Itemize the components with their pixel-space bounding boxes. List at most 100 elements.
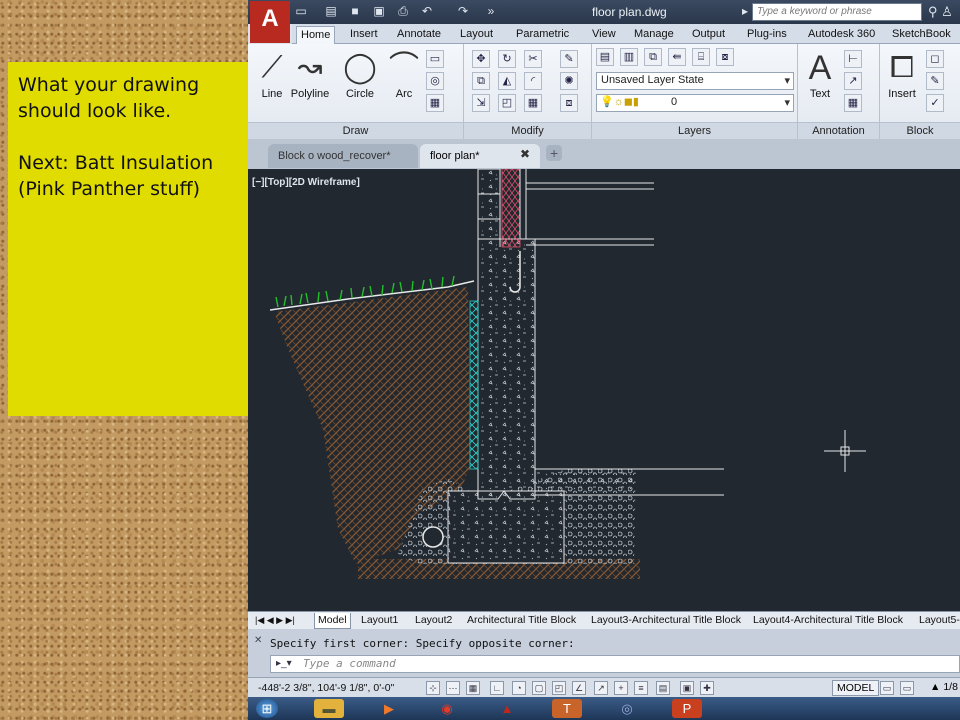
tab-layout4[interactable]: Layout4-Architectural Title Block xyxy=(750,613,906,629)
circle-button[interactable]: ◯ Circle xyxy=(338,48,382,100)
layer-properties-icon[interactable]: ▤ xyxy=(596,48,614,66)
dimension-icon[interactable]: ⊢ xyxy=(844,50,862,68)
otrack-icon[interactable]: ∠ xyxy=(572,681,586,695)
model-space-toggle[interactable]: MODEL xyxy=(832,680,880,696)
draw-panel-title[interactable]: Draw xyxy=(248,122,463,139)
infer-constraints-icon[interactable]: ⊹ xyxy=(426,681,440,695)
tab-layout1[interactable]: Layout1 xyxy=(358,613,401,629)
offset-icon[interactable]: ⧈ xyxy=(560,94,578,112)
insert-button[interactable]: ⧠ Insert xyxy=(880,48,924,100)
binoculars-icon[interactable]: ⚲ ♙ xyxy=(928,4,953,20)
tab-home[interactable]: Home xyxy=(296,26,336,44)
chrome-taskbar-icon[interactable]: ◉ xyxy=(432,699,462,718)
array-icon[interactable]: ▦ xyxy=(524,94,542,112)
infocenter-arrow-icon[interactable]: ▸ xyxy=(738,4,752,18)
redo-icon[interactable]: ↷ xyxy=(456,4,470,18)
layer-off-icon[interactable]: ⧇ xyxy=(716,48,734,66)
tab-annotate[interactable]: Annotate xyxy=(393,26,445,44)
search-input[interactable]: Type a keyword or phrase xyxy=(752,3,922,21)
tab-architectural-title-block[interactable]: Architectural Title Block xyxy=(464,613,579,629)
grid-icon[interactable]: ▦ xyxy=(466,681,480,695)
ortho-icon[interactable]: ∟ xyxy=(490,681,504,695)
layer-state-select[interactable]: Unsaved Layer State xyxy=(596,72,794,90)
rectangle-icon[interactable]: ▭ xyxy=(426,50,444,68)
layer-previous-icon[interactable]: ⇚ xyxy=(668,48,686,66)
lineweight-icon[interactable]: ≡ xyxy=(634,681,648,695)
command-input[interactable]: Type a command xyxy=(270,655,960,673)
tab-layout2[interactable]: Layout2 xyxy=(412,613,455,629)
print-icon[interactable]: ⎙ xyxy=(396,4,410,18)
new-icon[interactable]: ▭ xyxy=(294,4,308,18)
snap-mode-icon[interactable]: ⋯ xyxy=(446,681,460,695)
polar-icon[interactable]: ◔ xyxy=(512,681,526,695)
ducs-icon[interactable]: ↗ xyxy=(594,681,608,695)
layout-nav-arrows[interactable]: |◀ ◀ ▶ ▶| xyxy=(252,613,298,629)
command-prompt-icon[interactable]: ▸_▾ xyxy=(276,658,292,669)
application-logo[interactable]: A xyxy=(250,1,290,43)
trim-icon[interactable]: ✂ xyxy=(524,50,542,68)
explorer-taskbar-icon[interactable]: ▬ xyxy=(314,699,344,718)
copy-icon[interactable]: ⧉ xyxy=(472,72,490,90)
hatch-icon[interactable]: ▦ xyxy=(426,94,444,112)
table-icon[interactable]: ▦ xyxy=(844,94,862,112)
tab-layout[interactable]: Layout xyxy=(456,26,497,44)
leader-icon[interactable]: ↗ xyxy=(844,72,862,90)
osnap-icon[interactable]: ▢ xyxy=(532,681,546,695)
tab-insert[interactable]: Insert xyxy=(346,26,382,44)
tab-autodesk-360[interactable]: Autodesk 360 xyxy=(804,26,879,44)
transparency-icon[interactable]: ▤ xyxy=(656,681,670,695)
3d-osnap-icon[interactable]: ◰ xyxy=(552,681,566,695)
saveas-icon[interactable]: ▣ xyxy=(372,4,386,18)
rotate-icon[interactable]: ↻ xyxy=(498,50,516,68)
autocad-taskbar-icon[interactable]: ▲ xyxy=(492,699,522,718)
new-tab-icon[interactable]: + xyxy=(546,145,563,161)
create-block-icon[interactable]: ◻ xyxy=(926,50,944,68)
tab-view[interactable]: View xyxy=(588,26,620,44)
move-icon[interactable]: ✥ xyxy=(472,50,490,68)
open-icon[interactable]: ▤ xyxy=(324,4,338,18)
close-tab-icon[interactable]: ✖ xyxy=(520,147,530,161)
tab-manage[interactable]: Manage xyxy=(630,26,678,44)
stretch-icon[interactable]: ⇲ xyxy=(472,94,490,112)
modify-panel-title[interactable]: Modify xyxy=(464,122,591,139)
tab-plugins[interactable]: Plug-ins xyxy=(743,26,791,44)
arc-button[interactable]: ⌒ Arc xyxy=(382,48,426,100)
viewer-taskbar-icon[interactable]: ◎ xyxy=(612,699,642,718)
edit-block-icon[interactable]: ✎ xyxy=(926,72,944,90)
layer-match-icon[interactable]: ⧉ xyxy=(644,48,662,66)
annotation-panel-title[interactable]: Annotation xyxy=(798,122,879,139)
command-close-icon[interactable]: ✕ xyxy=(254,635,262,646)
annotation-scale[interactable]: ▲ 1/8 xyxy=(930,681,958,693)
layers-panel-title[interactable]: Layers xyxy=(592,122,797,139)
attribute-icon[interactable]: ✓ xyxy=(926,94,944,112)
text-button[interactable]: A Text xyxy=(798,48,842,100)
polyline-button[interactable]: ↝ Polyline xyxy=(288,48,332,100)
drawing-canvas[interactable]: [−][Top][2D Wireframe] xyxy=(248,169,960,611)
powerpoint-taskbar-icon[interactable]: P xyxy=(672,699,702,718)
more-icon[interactable]: » xyxy=(484,4,498,18)
dyn-icon[interactable]: + xyxy=(614,681,628,695)
tab-output[interactable]: Output xyxy=(688,26,729,44)
fillet-icon[interactable]: ◜ xyxy=(524,72,542,90)
save-icon[interactable]: ■ xyxy=(348,4,362,18)
undo-icon[interactable]: ↶ xyxy=(420,4,434,18)
block-panel-title[interactable]: Block xyxy=(880,122,960,139)
quick-view-layouts-icon[interactable]: ▭ xyxy=(880,681,894,695)
layer-state-icon[interactable]: ▥ xyxy=(620,48,638,66)
tab-model[interactable]: Model xyxy=(314,613,351,629)
mirror-icon[interactable]: ◭ xyxy=(498,72,516,90)
tab-sketchbook[interactable]: SketchBook xyxy=(888,26,955,44)
tab-parametric[interactable]: Parametric xyxy=(512,26,573,44)
erase-icon[interactable]: ✎ xyxy=(560,50,578,68)
layer-iso-icon[interactable]: ⌸ xyxy=(692,48,710,66)
ellipse-icon[interactable]: ◎ xyxy=(426,72,444,90)
tab-layout3[interactable]: Layout3-Architectural Title Block xyxy=(588,613,744,629)
explode-icon[interactable]: ✺ xyxy=(560,72,578,90)
scale-icon[interactable]: ◰ xyxy=(498,94,516,112)
media-player-taskbar-icon[interactable]: ▶ xyxy=(374,699,404,718)
app-taskbar-icon[interactable]: T xyxy=(552,699,582,718)
tab-layout5[interactable]: Layout5-A xyxy=(916,613,960,641)
selection-cycling-icon[interactable]: ✚ xyxy=(700,681,714,695)
quick-view-drawings-icon[interactable]: ▭ xyxy=(900,681,914,695)
doc-tab-block-o-wood[interactable]: Block o wood_recover* xyxy=(268,144,418,168)
